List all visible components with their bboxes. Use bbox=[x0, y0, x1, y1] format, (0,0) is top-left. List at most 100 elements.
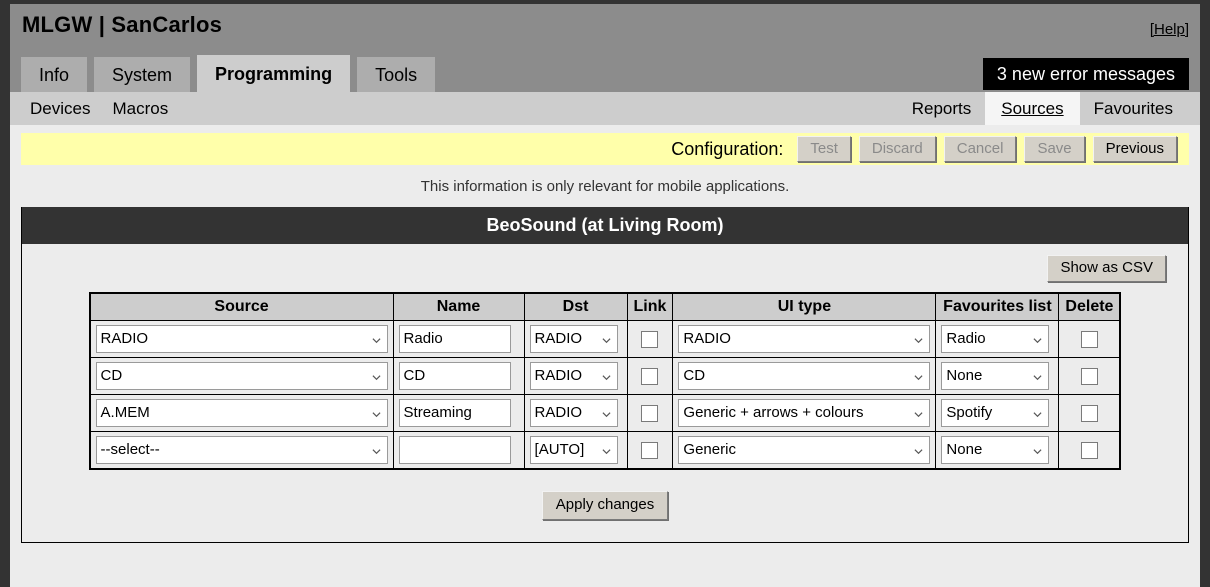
app-header: MLGW | SanCarlos [Help] 3 new error mess… bbox=[10, 4, 1200, 92]
apply-changes-button[interactable]: Apply changes bbox=[541, 490, 669, 520]
cell-dst: [AUTO] bbox=[523, 430, 628, 470]
sources-table-wrap: Source Name Dst Link UI type Favourites … bbox=[36, 291, 1174, 470]
chevron-down-icon bbox=[1033, 410, 1042, 419]
source-select[interactable]: --select-- bbox=[95, 435, 388, 464]
config-discard-button[interactable]: Discard bbox=[858, 135, 936, 163]
cell-ui-type: RADIO bbox=[672, 319, 937, 358]
dst-select[interactable]: [AUTO] bbox=[529, 435, 618, 464]
favourites-select-value: Spotify bbox=[946, 403, 993, 421]
cell-dst: RADIO bbox=[523, 393, 628, 432]
help-link[interactable]: [Help] bbox=[1150, 21, 1189, 38]
dst-select[interactable]: RADIO bbox=[529, 398, 618, 427]
dst-select-value: RADIO bbox=[534, 366, 583, 384]
cell-source: A.MEM bbox=[89, 393, 394, 432]
dst-select[interactable]: RADIO bbox=[529, 324, 618, 353]
source-select[interactable]: CD bbox=[95, 361, 388, 390]
subnav-item-macros[interactable]: Macros bbox=[112, 99, 190, 119]
name-input[interactable] bbox=[398, 435, 511, 464]
name-input[interactable]: Radio bbox=[398, 324, 511, 353]
chevron-down-icon bbox=[372, 373, 381, 382]
tab-programming[interactable]: Programming bbox=[197, 55, 351, 92]
cell-favourites: Spotify bbox=[935, 393, 1060, 432]
page-title: MLGW | SanCarlos bbox=[22, 12, 223, 37]
cell-source: CD bbox=[89, 356, 394, 395]
cell-source: --select-- bbox=[89, 430, 394, 470]
link-checkbox[interactable] bbox=[641, 330, 659, 348]
chevron-down-icon bbox=[602, 447, 611, 456]
source-select-value: CD bbox=[100, 366, 123, 384]
chevron-down-icon bbox=[1033, 373, 1042, 382]
chevron-down-icon bbox=[602, 373, 611, 382]
ui-type-select[interactable]: Generic + arrows + colours bbox=[678, 398, 931, 427]
link-checkbox[interactable] bbox=[641, 367, 659, 385]
source-select[interactable]: A.MEM bbox=[95, 398, 388, 427]
delete-checkbox[interactable] bbox=[1080, 330, 1098, 348]
info-note: This information is only relevant for mo… bbox=[420, 178, 790, 195]
panel-body: Show as CSV Source Name Dst Link UI type… bbox=[22, 244, 1188, 542]
subnav-item-reports[interactable]: Reports bbox=[898, 92, 986, 125]
dst-select-value: RADIO bbox=[534, 403, 583, 421]
column-header-link: Link bbox=[626, 292, 674, 321]
sources-table: Source Name Dst Link UI type Favourites … bbox=[88, 291, 1122, 470]
ui-type-select[interactable]: RADIO bbox=[678, 324, 931, 353]
subnav-item-devices[interactable]: Devices bbox=[30, 99, 112, 119]
cell-ui-type: CD bbox=[672, 356, 937, 395]
chevron-down-icon bbox=[914, 410, 923, 419]
sub-nav-bar: Devices Macros Reports Sources Favourite… bbox=[10, 92, 1200, 125]
cell-source: RADIO bbox=[89, 319, 394, 358]
subnav-item-favourites[interactable]: Favourites bbox=[1080, 92, 1187, 125]
favourites-select[interactable]: None bbox=[941, 435, 1050, 464]
tab-system[interactable]: System bbox=[94, 57, 191, 92]
dst-select[interactable]: RADIO bbox=[529, 361, 618, 390]
column-header-dst: Dst bbox=[523, 292, 628, 321]
favourites-select[interactable]: Spotify bbox=[941, 398, 1050, 427]
cell-delete bbox=[1058, 430, 1121, 470]
config-test-button[interactable]: Test bbox=[797, 135, 851, 163]
apply-changes-row: Apply changes bbox=[36, 470, 1174, 542]
favourites-select-value: None bbox=[946, 366, 983, 384]
ui-type-select-value: Generic bbox=[683, 440, 736, 458]
show-as-csv-button[interactable]: Show as CSV bbox=[1047, 255, 1166, 282]
cell-link bbox=[626, 393, 674, 432]
name-input[interactable]: Streaming bbox=[398, 398, 511, 427]
delete-checkbox[interactable] bbox=[1080, 404, 1098, 422]
favourites-select[interactable]: None bbox=[941, 361, 1050, 390]
table-row: --select-- [AUTO] Generic None bbox=[89, 430, 1121, 470]
dst-select-value: [AUTO] bbox=[534, 440, 585, 458]
tab-tools[interactable]: Tools bbox=[357, 57, 436, 92]
ui-type-select[interactable]: Generic bbox=[678, 435, 931, 464]
config-previous-button[interactable]: Previous bbox=[1092, 135, 1177, 163]
cell-dst: RADIO bbox=[523, 356, 628, 395]
source-select-value: RADIO bbox=[100, 329, 149, 347]
favourites-select-value: Radio bbox=[946, 329, 986, 347]
error-messages-banner[interactable]: 3 new error messages bbox=[982, 58, 1189, 90]
sub-nav-right-group: Reports Sources Favourites bbox=[898, 92, 1187, 125]
delete-checkbox[interactable] bbox=[1080, 441, 1098, 459]
favourites-select[interactable]: Radio bbox=[941, 324, 1050, 353]
tab-info[interactable]: Info bbox=[21, 57, 88, 92]
configuration-bar: Configuration: Test Discard Cancel Save … bbox=[21, 133, 1189, 165]
delete-checkbox[interactable] bbox=[1080, 367, 1098, 385]
sources-table-body: RADIO Radio RADIO RADIO Radio CD CD RADI… bbox=[89, 319, 1121, 470]
sources-table-head: Source Name Dst Link UI type Favourites … bbox=[89, 292, 1121, 321]
link-checkbox[interactable] bbox=[641, 404, 659, 422]
panel-title: BeoSound (at Living Room) bbox=[22, 207, 1188, 244]
chevron-down-icon bbox=[914, 336, 923, 345]
config-save-button[interactable]: Save bbox=[1024, 135, 1085, 163]
config-cancel-button[interactable]: Cancel bbox=[943, 135, 1017, 163]
cell-dst: RADIO bbox=[523, 319, 628, 358]
column-header-name: Name bbox=[392, 292, 525, 321]
favourites-select-value: None bbox=[946, 440, 983, 458]
ui-type-select-value: Generic + arrows + colours bbox=[683, 403, 864, 421]
link-checkbox[interactable] bbox=[641, 441, 659, 459]
main-tab-bar: Info System Programming Tools bbox=[21, 55, 442, 92]
cell-ui-type: Generic + arrows + colours bbox=[672, 393, 937, 432]
sub-nav-left-group: Devices Macros bbox=[30, 92, 190, 125]
cell-name: Radio bbox=[392, 319, 525, 358]
subnav-item-sources[interactable]: Sources bbox=[985, 92, 1080, 125]
cell-favourites: None bbox=[935, 356, 1060, 395]
cell-name: CD bbox=[392, 356, 525, 395]
ui-type-select[interactable]: CD bbox=[678, 361, 931, 390]
source-select[interactable]: RADIO bbox=[95, 324, 388, 353]
name-input[interactable]: CD bbox=[398, 361, 511, 390]
